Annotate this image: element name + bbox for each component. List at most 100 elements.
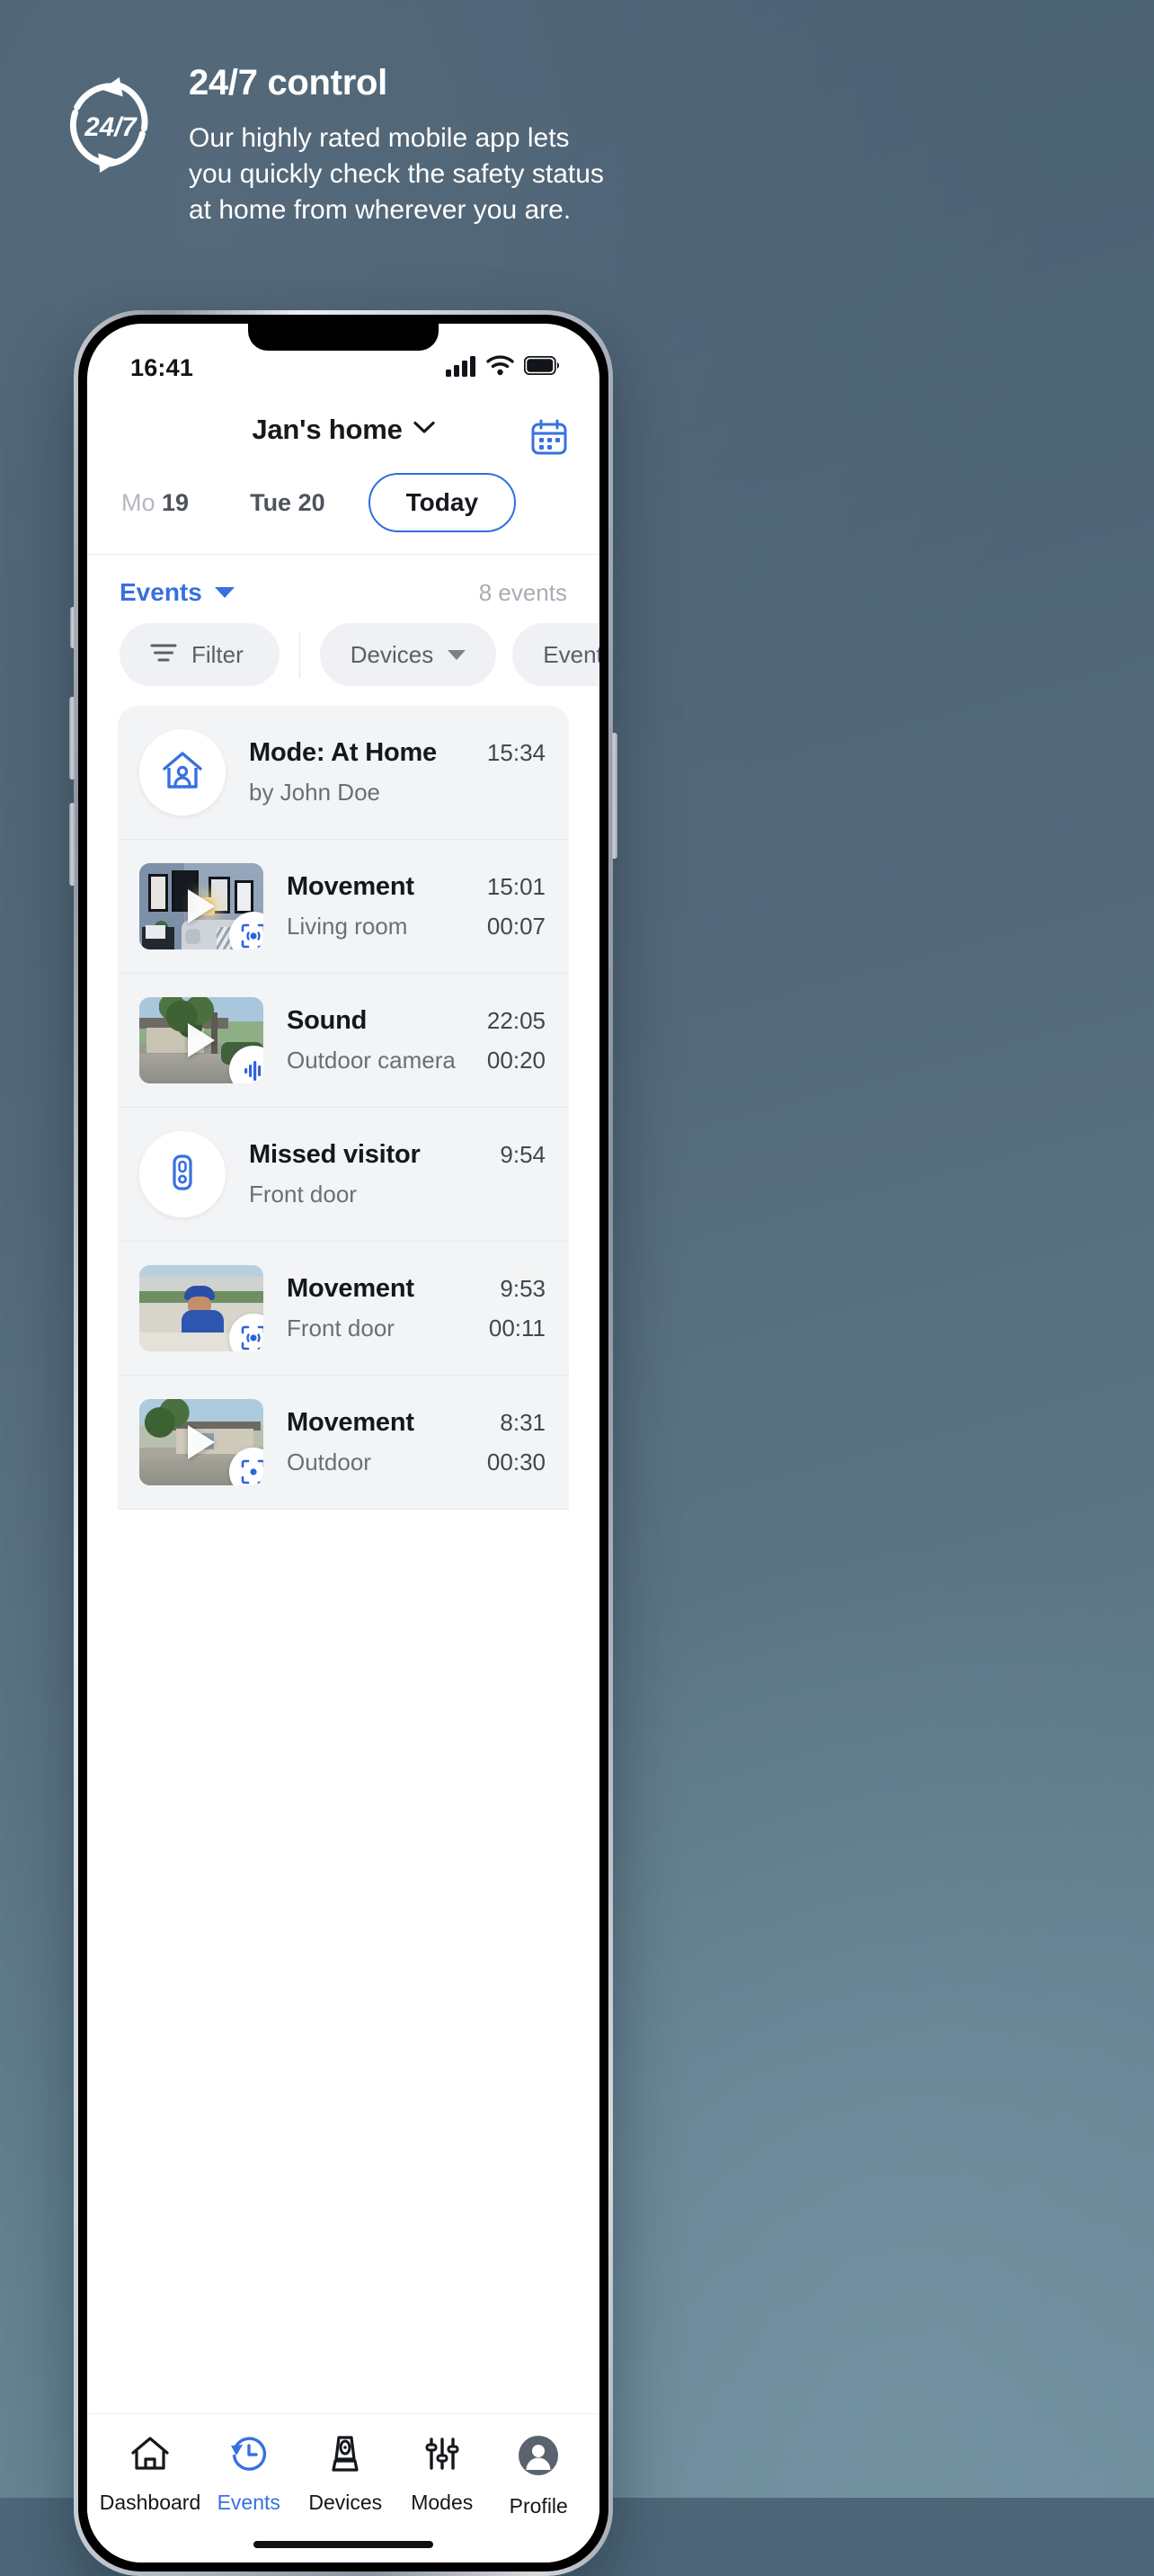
event-time: 15:34 (486, 739, 546, 766)
day-tab-today[interactable]: Today (368, 473, 517, 532)
filter-chip[interactable]: Filter (120, 623, 280, 686)
list-item[interactable]: Movement 15:01 Living room 00:07 (118, 840, 569, 974)
nav-item-devices[interactable]: Devices (297, 2434, 395, 2515)
nav-label: Modes (411, 2491, 474, 2514)
event-subtitle: by John Doe (249, 779, 380, 806)
phone-mockup: 16:41 Jan's home Mo 19 Tue 20 Today Even… (69, 310, 617, 2576)
list-item[interactable]: Mode: At Home 15:34 by John Doe (118, 706, 569, 840)
event-type-chip-label: Event Type (543, 640, 599, 668)
promo-body: Our highly rated mobile app lets you qui… (189, 123, 604, 225)
event-time: 15:01 (486, 873, 546, 900)
list-item[interactable]: Missed visitor 9:54 Front door (118, 1108, 569, 1242)
battery-full-icon (523, 355, 560, 379)
day-tab-dow: Tue (250, 488, 292, 516)
signal-bars-icon (446, 355, 476, 381)
app-header: Jan's home (87, 394, 599, 459)
svg-text:24/7: 24/7 (84, 112, 138, 142)
devices-chip[interactable]: Devices (319, 623, 497, 686)
camera-device-icon (326, 2434, 364, 2478)
event-subtitle: Front door (287, 1315, 395, 1341)
list-item[interactable]: Sound 22:05 Outdoor camera 00:20 (118, 974, 569, 1108)
nav-item-events[interactable]: Events (200, 2434, 297, 2515)
event-duration: 00:11 (488, 1315, 546, 1341)
chevron-down-icon (413, 421, 435, 439)
chip-divider (298, 631, 300, 678)
home-indicator[interactable] (253, 2541, 433, 2548)
event-title: Movement (287, 872, 414, 901)
filter-chip-label: Filter (191, 640, 244, 668)
event-duration: 00:30 (486, 1448, 546, 1475)
event-icon-wrap (139, 1131, 226, 1217)
house-icon (129, 2434, 172, 2478)
nav-label: Dashboard (99, 2491, 201, 2514)
devices-chip-label: Devices (350, 640, 434, 668)
nav-item-modes[interactable]: Modes (394, 2434, 491, 2515)
chevron-down-icon (448, 649, 466, 660)
nav-label: Devices (308, 2491, 383, 2514)
avatar-icon (517, 2434, 560, 2482)
event-subtitle: Outdoor camera (287, 1047, 456, 1074)
play-icon (188, 1023, 215, 1057)
sliders-icon (422, 2434, 462, 2478)
play-icon (188, 889, 215, 923)
event-time: 22:05 (486, 1007, 546, 1034)
event-title: Mode: At Home (249, 738, 437, 767)
event-subtitle: Living room (287, 913, 408, 940)
event-time: 9:54 (500, 1141, 546, 1168)
events-dropdown[interactable]: Events (120, 578, 235, 607)
filter-chips: Filter Devices Event Type (87, 623, 599, 706)
day-tab-date: 19 (162, 488, 190, 516)
page-title: Jan's home (252, 414, 403, 445)
play-icon (188, 1425, 215, 1459)
history-clock-icon (228, 2434, 270, 2478)
event-list[interactable]: Mode: At Home 15:34 by John Doe Movement… (87, 706, 599, 2413)
event-subtitle: Front door (249, 1181, 357, 1208)
promo-title: 24/7 control (189, 63, 387, 103)
event-type-chip[interactable]: Event Type (512, 623, 599, 686)
nav-label: Profile (509, 2494, 568, 2518)
list-item[interactable]: Movement 8:31 Outdoor 00:30 (118, 1376, 569, 1510)
nav-item-profile[interactable]: Profile (491, 2434, 588, 2518)
nav-item-dashboard[interactable]: Dashboard (100, 2434, 200, 2515)
event-title: Missed visitor (249, 1140, 421, 1169)
list-fade (87, 2363, 599, 2413)
home-person-icon (159, 747, 206, 798)
calendar-button[interactable] (529, 417, 569, 457)
power-button[interactable] (611, 733, 617, 859)
silence-switch[interactable] (70, 607, 75, 648)
nav-label: Events (217, 2491, 280, 2514)
day-tab-tue-20[interactable]: Tue 20 (250, 489, 325, 517)
event-icon-wrap (139, 729, 226, 816)
event-title: Movement (287, 1408, 414, 1437)
triangle-down-icon (214, 587, 235, 598)
event-title: Movement (287, 1274, 414, 1303)
day-tab-dow: Mo (121, 488, 155, 516)
event-thumbnail[interactable] (139, 863, 263, 949)
list-item[interactable]: Movement 9:53 Front door 00:11 (118, 1242, 569, 1376)
wifi-icon (486, 355, 514, 380)
event-title: Sound (287, 1006, 368, 1035)
event-time: 8:31 (500, 1409, 546, 1436)
event-subtitle: Outdoor (287, 1448, 371, 1475)
event-duration: 00:20 (486, 1047, 546, 1074)
event-thumbnail[interactable] (139, 997, 263, 1083)
status-time: 16:41 (130, 353, 194, 381)
day-tab-mo-19[interactable]: Mo 19 (121, 489, 189, 517)
promo-header: 24/7 24/7 control Our highly rated mobil… (0, 0, 1154, 228)
event-thumbnail[interactable] (139, 1399, 263, 1485)
event-time: 9:53 (500, 1275, 546, 1302)
events-dropdown-label: Events (120, 578, 202, 606)
volume-down-button[interactable] (69, 803, 75, 886)
events-bar: Events 8 events (87, 555, 599, 623)
home-selector[interactable]: Jan's home (118, 414, 569, 446)
volume-up-button[interactable] (69, 697, 75, 780)
filter-lines-icon (150, 641, 177, 669)
event-thumbnail[interactable] (139, 1265, 263, 1351)
phone-screen: 16:41 Jan's home Mo 19 Tue 20 Today Even… (87, 324, 599, 2563)
events-count: 8 events (478, 578, 567, 606)
day-tabs: Mo 19 Tue 20 Today (87, 459, 599, 555)
notch (248, 324, 439, 351)
event-duration: 00:07 (486, 913, 546, 940)
twentyfour-seven-icon: 24/7 (58, 72, 164, 178)
doorbell-icon (162, 1152, 203, 1198)
